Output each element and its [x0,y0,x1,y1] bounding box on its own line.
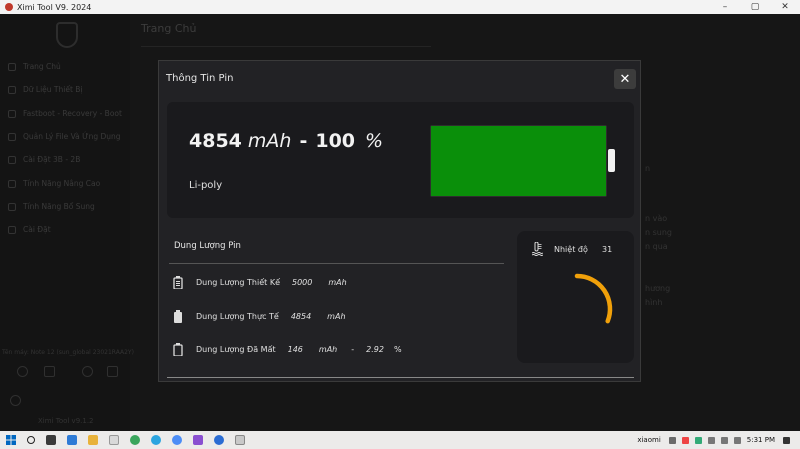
task-view-icon[interactable] [46,435,56,445]
battery-icon[interactable] [44,366,55,377]
main-page-title: Trang Chủ [141,22,197,35]
windows-start-icon[interactable] [6,435,16,445]
minimize-button[interactable]: – [710,0,740,14]
temperature-gauge-arc [574,273,613,324]
sidebar-item-fastboot[interactable]: Fastboot - Recovery - Boot [8,109,122,118]
capacity-value: 4854 [189,130,242,152]
background-text: hương [645,284,671,293]
ximi-tool-taskbar-icon[interactable] [235,435,245,445]
background-text: hình [645,298,663,307]
battery-level-graphic [430,125,607,197]
sidebar-item-device-data[interactable]: Dữ Liệu Thiết Bị [8,85,83,94]
tray-icon[interactable] [694,436,702,444]
taskbar-app-icon[interactable] [172,435,182,445]
battery-outline-icon [173,276,183,289]
battery-summary-card: 4854 mAh -100% Li-poly [167,102,634,218]
tray-icon[interactable] [681,436,689,444]
info-icon[interactable] [17,366,28,377]
device-name-line: Tên máy: Note 12 (sun_global 23021RAA2Y) [2,349,134,356]
window-title: Ximi Tool V9. 2024 [17,2,92,12]
file-explorer-icon[interactable] [88,435,98,445]
volume-icon[interactable] [720,436,728,444]
battery-full-icon [174,310,182,323]
clock[interactable]: 5:31 PM [747,436,775,444]
percent-unit: % [365,130,384,152]
battery-chemistry: Li-poly [189,180,223,191]
percent-value: 100 [315,130,356,152]
app-logo-icon [5,3,13,11]
settings-icon [8,225,16,234]
translate-icon[interactable] [107,366,118,377]
sidebar-item-extra[interactable]: Tính Năng Bổ Sung [8,202,95,211]
sidebar-item-settings[interactable]: Cài Đặt [8,225,51,234]
background-text: n qua [645,242,668,251]
headline-separator: - [299,130,308,152]
battery-info-dialog: Thông Tin Pin ✕ 4854 mAh -100% Li-poly Dun… [158,60,641,382]
dialog-title: Thông Tin Pin [166,73,234,84]
maximize-button[interactable]: ▢ [740,0,770,14]
battery-tray-icon[interactable] [733,436,741,444]
battery-terminal [608,149,615,172]
battery-empty-icon [173,343,183,356]
battery-headline: 4854 mAh -100% [189,130,383,152]
app-version: Ximi Tool v9.1.2 [38,417,94,425]
network-icon[interactable] [707,436,715,444]
notification-icon[interactable] [783,436,790,444]
design-capacity-value: 5000 [291,278,313,287]
folder-icon [8,132,16,141]
sidebar: Trang Chủ Dữ Liệu Thiết Bị Fastboot - Re… [0,14,134,431]
sidebar-item-advanced[interactable]: Tính Năng Nâng Cao [8,179,100,188]
sidebar-item-install[interactable]: Cài Đặt 3B - 2B [8,155,80,164]
close-button[interactable]: ✕ [614,69,636,89]
boot-icon [8,109,16,118]
gear-icon[interactable] [82,366,93,377]
taskbar-app-icon[interactable] [109,435,119,445]
battery-fill [431,126,606,196]
actual-capacity-value: 4854 [290,312,312,321]
visual-studio-icon[interactable] [193,435,203,445]
temperature-label: Nhiệt độ [554,245,588,254]
section-divider [169,263,504,264]
taskbar-app-icon[interactable] [67,435,77,445]
background-text: n sung [645,228,672,237]
tray-label: xiaomi [637,436,661,444]
lost-capacity-value: 146 [287,345,303,354]
shield-logo-icon [56,22,78,48]
background-text: n [645,164,651,173]
advanced-icon [8,179,16,188]
close-icon: ✕ [619,71,631,87]
extra-icon [8,202,16,211]
design-capacity-row: Dung Lượng Thiết Kế 5000 mAh [173,276,347,289]
dialog-bottom-divider [167,377,634,378]
search-icon[interactable] [10,395,21,406]
actual-capacity-row: Dung Lượng Thực Tế 4854 mAh [173,310,346,323]
sidebar-item-file-manager[interactable]: Quản Lý File Và Ứng Dụng [8,132,121,141]
window-title-bar: Ximi Tool V9. 2024 – ▢ ✕ [0,0,800,14]
lost-capacity-row: Dung Lượng Đã Mất 146 mAh - 2.92 % [173,343,402,356]
window-close-button[interactable]: ✕ [770,0,800,14]
chrome-icon[interactable] [130,435,140,445]
taskbar-search-icon[interactable] [27,436,35,444]
taskbar: xiaomi 5:31 PM [0,431,800,449]
system-tray: xiaomi 5:31 PM [637,431,800,449]
temperature-card: Nhiệt độ 31 [517,231,634,363]
thermometer-icon [532,242,543,256]
home-icon [8,62,16,71]
device-icon [8,85,16,94]
install-icon [8,155,16,164]
taskbar-app-icon[interactable] [214,435,224,445]
lost-capacity-percent: 2.92 [366,345,384,354]
temperature-gauge [574,273,613,324]
capacity-section-title: Dung Lượng Pin [174,241,241,251]
divider [141,46,431,47]
window-controls: – ▢ ✕ [710,0,800,14]
capacity-unit: mAh [247,130,292,152]
sidebar-item-home[interactable]: Trang Chủ [8,62,61,71]
background-text: n vào [645,214,668,223]
tray-icon[interactable] [668,436,676,444]
telegram-icon[interactable] [151,435,161,445]
temperature-value: 31 [602,245,613,254]
